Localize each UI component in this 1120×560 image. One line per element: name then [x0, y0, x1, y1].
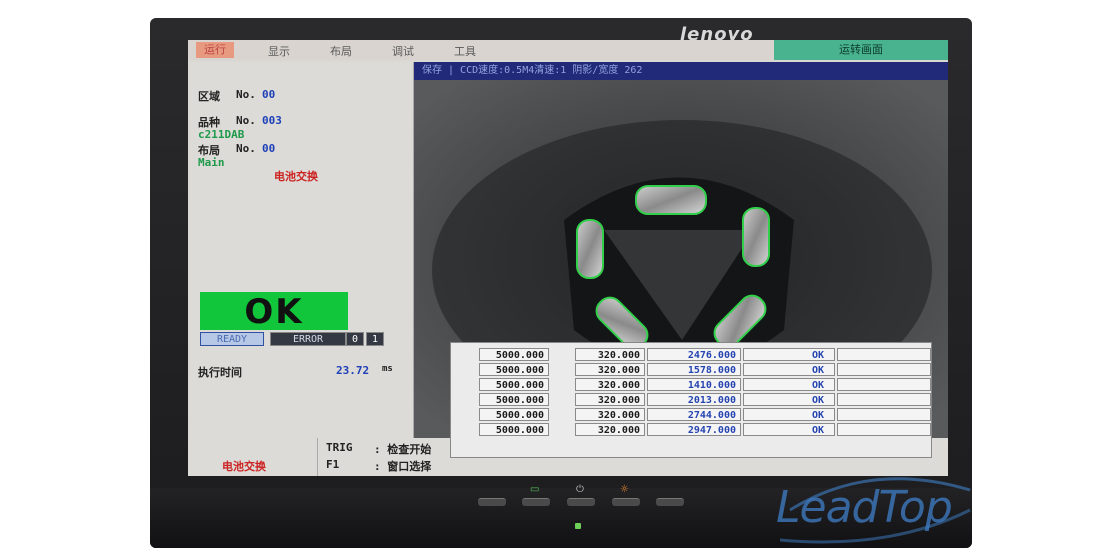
area-number: 00	[262, 88, 276, 101]
counter-digit-2: 1	[366, 332, 384, 346]
monitor-power-button[interactable]	[567, 498, 595, 506]
table-row: 5000.000 320.000 2744.000 OK	[451, 407, 931, 422]
table-cell: 5000.000	[479, 348, 549, 361]
watermark-logo: LeadTop	[770, 470, 990, 550]
f1-key: F1	[326, 458, 340, 471]
trig-description: : 检查开始	[374, 443, 432, 456]
camera-info-bar: 保存 | CCD速度:0.5M4清速:1 阴影/宽度 262	[414, 62, 948, 80]
table-cell: 320.000	[575, 378, 645, 391]
table-cell-empty	[837, 408, 931, 421]
menu-debug[interactable]: 调试	[392, 43, 414, 59]
table-cell-empty	[837, 348, 931, 361]
table-cell: 5000.000	[479, 393, 549, 406]
measurement-table: 5000.000 320.000 2476.000 OK 5000.000 32…	[450, 342, 932, 458]
bottom-battery-warning: 电池交换	[222, 460, 266, 473]
battery-warning: 电池交换	[274, 170, 318, 183]
exec-time-unit: ms	[382, 364, 393, 374]
table-cell: 2013.000	[647, 393, 741, 406]
menu-layout[interactable]: 布局	[330, 43, 352, 59]
table-cell-empty	[837, 363, 931, 376]
bottom-warning-cell: 电池交换	[188, 438, 318, 476]
ready-indicator: READY	[200, 332, 264, 346]
area-no-label: No.	[236, 88, 256, 101]
layout-no-label: No.	[236, 142, 256, 155]
screen: 运行 显示 布局 调试 工具 运转画面 区域 No. 00 品种 No. 003…	[188, 40, 948, 476]
power-icon: ⏻	[576, 484, 584, 495]
table-cell: 320.000	[575, 363, 645, 376]
product-name: c211DAB	[198, 128, 245, 141]
table-cell: 320.000	[575, 423, 645, 436]
watermark-text: LeadTop	[776, 482, 953, 533]
power-led	[575, 523, 581, 529]
table-row: 5000.000 320.000 2947.000 OK	[451, 422, 931, 437]
status-panel: 区域 No. 00 品种 No. 003 c211DAB 布局 No. 00 M…	[190, 62, 414, 438]
table-cell: OK	[743, 348, 835, 361]
menu-icon: ▭	[530, 484, 540, 495]
table-cell: OK	[743, 378, 835, 391]
brightness-icon: ☼	[620, 484, 629, 495]
menu-display[interactable]: 显示	[268, 43, 290, 59]
layout-number: 00	[262, 142, 276, 155]
table-cell: 1410.000	[647, 378, 741, 391]
table-cell: 320.000	[575, 348, 645, 361]
table-cell: 2744.000	[647, 408, 741, 421]
monitor-adjust-button[interactable]	[656, 498, 684, 506]
table-cell: 2476.000	[647, 348, 741, 361]
product-number: 003	[262, 114, 282, 127]
table-cell: 1578.000	[647, 363, 741, 376]
table-cell: OK	[743, 423, 835, 436]
exec-time-value: 23.72	[336, 364, 370, 377]
menu-bar: 运行 显示 布局 调试 工具 运转画面	[188, 40, 948, 60]
table-row: 5000.000 320.000 2013.000 OK	[451, 392, 931, 407]
table-cell: 5000.000	[479, 363, 549, 376]
error-indicator: ERROR	[270, 332, 346, 346]
layout-name: Main	[198, 156, 225, 169]
trig-key: TRIG	[326, 441, 353, 454]
monitor-brightness-button[interactable]	[612, 498, 640, 506]
table-cell: 5000.000	[479, 423, 549, 436]
table-cell: OK	[743, 408, 835, 421]
table-cell: OK	[743, 363, 835, 376]
table-row: 5000.000 320.000 1410.000 OK	[451, 377, 931, 392]
menu-run[interactable]: 运行	[196, 42, 234, 58]
table-cell: 320.000	[575, 408, 645, 421]
exec-time-label: 执行时间	[198, 366, 242, 379]
run-screen-tab[interactable]: 运转画面	[774, 40, 948, 60]
area-label: 区域	[198, 90, 220, 103]
monitor-menu-button[interactable]	[522, 498, 550, 506]
table-cell-empty	[837, 378, 931, 391]
table-row: 5000.000 320.000 1578.000 OK	[451, 362, 931, 377]
counter-digit-1: 0	[346, 332, 364, 346]
f1-description: : 窗口选择	[374, 460, 432, 473]
monitor-input-button[interactable]	[478, 498, 506, 506]
table-cell: 2947.000	[647, 423, 741, 436]
result-ok-indicator: OK	[200, 292, 348, 332]
table-cell-empty	[837, 393, 931, 406]
table-cell: 5000.000	[479, 378, 549, 391]
table-cell-empty	[837, 423, 931, 436]
table-cell: OK	[743, 393, 835, 406]
menu-tools[interactable]: 工具	[454, 43, 476, 59]
table-row: 5000.000 320.000 2476.000 OK	[451, 347, 931, 362]
table-cell: 5000.000	[479, 408, 549, 421]
product-no-label: No.	[236, 114, 256, 127]
table-cell: 320.000	[575, 393, 645, 406]
